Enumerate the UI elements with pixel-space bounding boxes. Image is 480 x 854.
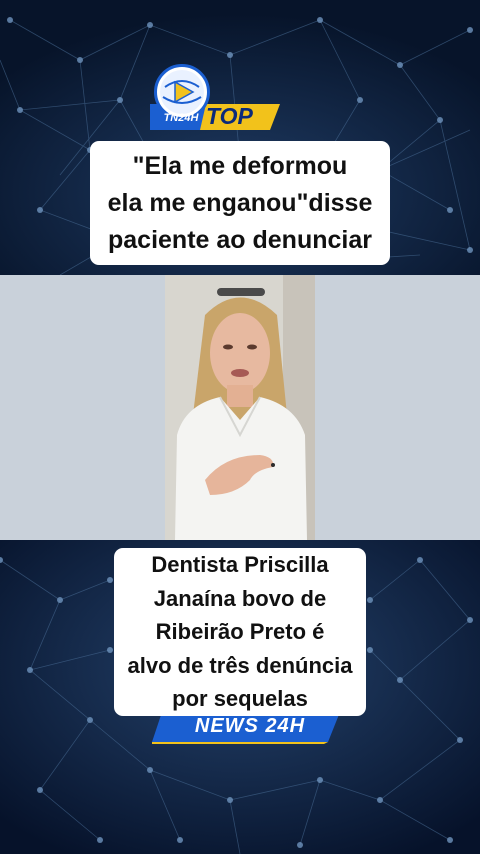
channel-label: TN24H [163,112,199,124]
top-label: TOP [206,103,253,129]
news-label: NEWS 24H [194,715,306,737]
story-caption: Dentista Priscilla Janaína bovo de Ribei… [114,548,366,716]
story-line: Ribeirão Preto é [155,619,325,645]
story-line: por sequelas [172,686,308,712]
story-line: alvo de três denúncia [127,652,353,678]
headline-line: ela me enganou"disse [107,188,373,217]
story-line: Janaína bovo de [153,585,327,611]
video-player[interactable] [165,275,315,540]
headline-line: paciente ao denunciar [108,225,372,254]
person-image [165,275,315,540]
headline-line: "Ela me deformou [132,151,348,180]
story-line: Dentista Priscilla [151,552,329,578]
headline-caption: "Ela me deformou ela me enganou"disse pa… [90,141,390,265]
